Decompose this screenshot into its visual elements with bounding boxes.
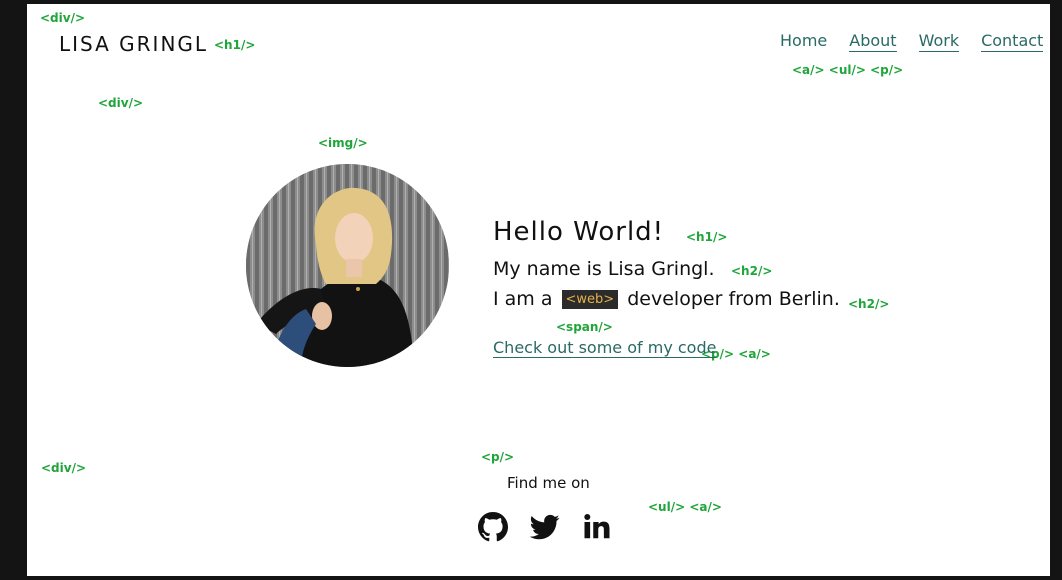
role-web-chip: <web> (561, 290, 619, 309)
nav-about-link[interactable]: About (849, 31, 897, 52)
profile-avatar (246, 164, 449, 367)
annotation-ul-a: <ul/> <a/> (648, 500, 722, 514)
hero-name-line: My name is Lisa Gringl. (493, 258, 715, 280)
annotation-img: <img/> (318, 136, 368, 150)
annotation-h1-hello: <h1/> (686, 230, 728, 244)
annotation-h1-brand: <h1/> (214, 38, 256, 52)
linkedin-icon (584, 514, 610, 539)
annotation-h2-name: <h2/> (731, 264, 773, 278)
profile-photo (246, 164, 449, 367)
github-icon (478, 512, 508, 542)
main-nav: Home About Work Contact (780, 31, 1050, 52)
annotation-nav: <a/> <ul/> <p/> (792, 63, 904, 77)
hero-greeting: Hello World! (493, 217, 665, 247)
code-link[interactable]: Check out some of my code (493, 338, 717, 358)
annotation-div-top: <div/> (40, 11, 86, 25)
find-me-label: Find me on (507, 474, 590, 492)
site-brand[interactable]: LISA GRINGL (59, 32, 208, 56)
role-suffix: developer from Berlin. (627, 288, 840, 310)
nav-home-link[interactable]: Home (780, 31, 827, 51)
annotation-span: <span/> (556, 320, 613, 334)
linkedin-link[interactable] (582, 512, 612, 542)
nav-contact-link[interactable]: Contact (981, 31, 1044, 52)
page: <div/> <h1/> <a/> <ul/> <p/> <div/> <img… (27, 4, 1050, 576)
annotation-div-footer: <div/> (41, 461, 87, 475)
social-links (478, 512, 634, 542)
nav-work-link[interactable]: Work (918, 31, 960, 52)
twitter-icon (529, 514, 560, 540)
role-prefix: I am a (493, 288, 553, 310)
annotation-p-footer: <p/> (481, 450, 515, 464)
annotation-h2-role: <h2/> (848, 297, 890, 311)
twitter-link[interactable] (529, 512, 560, 542)
annotation-div-hero: <div/> (98, 96, 144, 110)
github-link[interactable] (478, 512, 508, 542)
hero-role-line: I am a <web> developer from Berlin. (493, 288, 840, 310)
